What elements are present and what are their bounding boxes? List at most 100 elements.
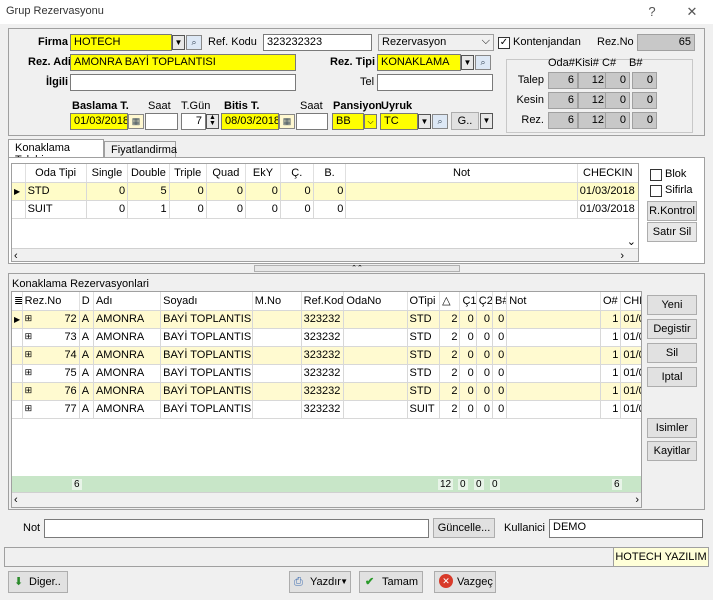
rezno-cell[interactable]: ⊞ 74 [22,346,80,365]
scroll-down-icon[interactable]: ⌄ [627,235,636,248]
table-cell[interactable]: 2 [439,400,461,419]
table-cell[interactable]: AMONRA [93,346,162,365]
table-cell[interactable]: 1 [127,200,170,219]
calendar-icon[interactable]: ▦ [128,114,144,129]
rez-type-select[interactable]: Rezervasyon ⌵ [378,34,494,51]
table-cell[interactable]: STD [407,382,441,401]
table-cell[interactable] [343,346,408,365]
table-cell[interactable]: 0 [313,182,347,201]
scroll-right-icon[interactable]: › [635,494,639,506]
table-cell[interactable]: 0 [492,364,508,383]
table-cell[interactable]: 1 [600,400,622,419]
table-row[interactable]: ⊞ 76 A AMONRA BAYİ TOPLANTISI 323232 STD 2 0 0 0 1 0… [12,382,641,401]
expand-icon[interactable]: ⊞ [25,331,33,342]
uyruk-dropdown-icon[interactable]: ▼ [418,114,431,129]
table-cell[interactable] [252,400,302,419]
table-cell[interactable]: SUIT [407,400,441,419]
table-cell[interactable]: 0 [476,400,494,419]
column-header[interactable]: Triple [169,164,207,183]
table-cell[interactable]: A [79,400,94,419]
table-cell[interactable] [506,346,601,365]
firma-dropdown-icon[interactable]: ▼ [172,35,185,50]
table-cell[interactable]: 0 [476,382,494,401]
table-cell[interactable]: 1 [600,310,622,329]
table-cell[interactable]: 5 [127,182,170,201]
table-cell[interactable]: STD [407,310,441,329]
tamam-button[interactable]: ✔ Tamam [359,571,423,593]
table-cell[interactable]: 0 [459,400,477,419]
uyruk-search-icon[interactable]: ⌕ [432,114,448,129]
reztipi-search-icon[interactable]: ⌕ [475,55,491,70]
yazdir-button[interactable]: ⎙ Yazdır ▼ [289,571,351,593]
table-cell[interactable]: 0 [459,382,477,401]
table-cell[interactable]: BAYİ TOPLANTISI [160,346,253,365]
table-cell[interactable]: A [79,328,94,347]
table-cell[interactable]: 1 [600,328,622,347]
table-cell[interactable]: 323232 [301,310,345,329]
table-row[interactable]: ⊞ 73 A AMONRA BAYİ TOPLANTISI 323232 STD 2 0 0 0 1 0… [12,328,641,347]
column-header[interactable]: Adı [93,292,162,311]
rezno-cell[interactable]: ⊞ 72 [22,310,80,329]
table-cell[interactable]: 01/03/2018 [577,182,638,201]
table-cell[interactable] [343,382,408,401]
ref-input[interactable]: 323232323 [263,34,372,51]
table-cell[interactable]: 323232 [301,364,345,383]
table-cell[interactable]: STD [407,328,441,347]
scroll-right-icon[interactable]: › [620,250,624,261]
table-row[interactable]: SUIT010000001/03/201808 [12,200,638,219]
reztipi-input[interactable]: KONAKLAMA [377,54,461,71]
table-cell[interactable]: 0 [245,182,281,201]
column-header[interactable]: CHE [620,292,641,311]
column-header[interactable]: Ç2 [476,292,494,311]
column-header[interactable]: B# [492,292,508,311]
tel-input[interactable] [377,74,493,91]
table-cell[interactable] [343,364,408,383]
baslama-input[interactable]: 01/03/2018 [70,113,128,130]
table-cell[interactable]: 0 [476,346,494,365]
table-cell[interactable]: 0 [476,364,494,383]
table-cell[interactable] [343,328,408,347]
table-cell[interactable]: 0 [206,182,247,201]
column-header[interactable]: Rez.No [22,292,80,311]
kontenjan-checkbox[interactable]: ✓ [498,37,510,49]
column-header[interactable]: Quad [206,164,247,183]
table-cell[interactable]: 1 [600,382,622,401]
table-cell[interactable]: 01/0 [620,310,641,329]
expand-icon[interactable]: ⊞ [25,349,33,360]
table-cell[interactable]: 1 [600,364,622,383]
table-cell[interactable]: BAYİ TOPLANTISI [160,328,253,347]
table-cell[interactable]: 0 [86,182,129,201]
table-cell[interactable] [345,200,578,219]
table-row[interactable]: ⊞ 77 A AMONRA BAYİ TOPLANTISI 323232 SUIT 2 0 0 0 1… [12,400,641,419]
column-chooser-icon[interactable]: ≣ [12,292,23,311]
table-cell[interactable]: 0 [245,200,281,219]
table-cell[interactable]: 2 [439,382,461,401]
table-cell[interactable]: 08 [638,182,639,200]
table-cell[interactable]: 0 [492,400,508,419]
diger-button[interactable]: ⬇ Diger.. [8,571,68,593]
splitter-handle[interactable]: ⌃⌃ [254,265,460,272]
table-cell[interactable] [343,310,408,329]
column-header[interactable]: D [79,292,94,311]
table-row[interactable]: ⊞ 74 A AMONRA BAYİ TOPLANTISI 323232 STD 2 0 0 0 1 0… [12,346,641,365]
table-cell[interactable]: BAYİ TOPLANTISI [160,400,253,419]
blok-checkbox[interactable] [650,169,662,181]
table-cell[interactable]: 0 [476,328,494,347]
degistir-button[interactable]: Degistir [647,319,697,339]
table-cell[interactable]: 0 [459,346,477,365]
tgun-input[interactable]: 7 [181,113,206,130]
table-cell[interactable]: BAYİ TOPLANTISI [160,364,253,383]
satirsil-button[interactable]: Satır Sil [647,222,697,242]
table-cell[interactable]: 0 [492,310,508,329]
table-cell[interactable]: AMONRA [93,400,162,419]
table-cell[interactable]: 323232 [301,382,345,401]
chevron-down-icon[interactable]: ⌵ [364,114,377,129]
firma-search-icon[interactable]: ⌕ [186,35,202,50]
table-cell[interactable]: 2 [439,364,461,383]
column-header[interactable]: Ç1 [459,292,477,311]
table-cell[interactable]: 2 [439,310,461,329]
table-cell[interactable]: 0 [492,346,508,365]
column-header[interactable]: EkY [245,164,281,183]
not-input[interactable] [44,519,429,538]
tgun-spinner-icon[interactable]: ▲ ▼ [206,114,219,129]
